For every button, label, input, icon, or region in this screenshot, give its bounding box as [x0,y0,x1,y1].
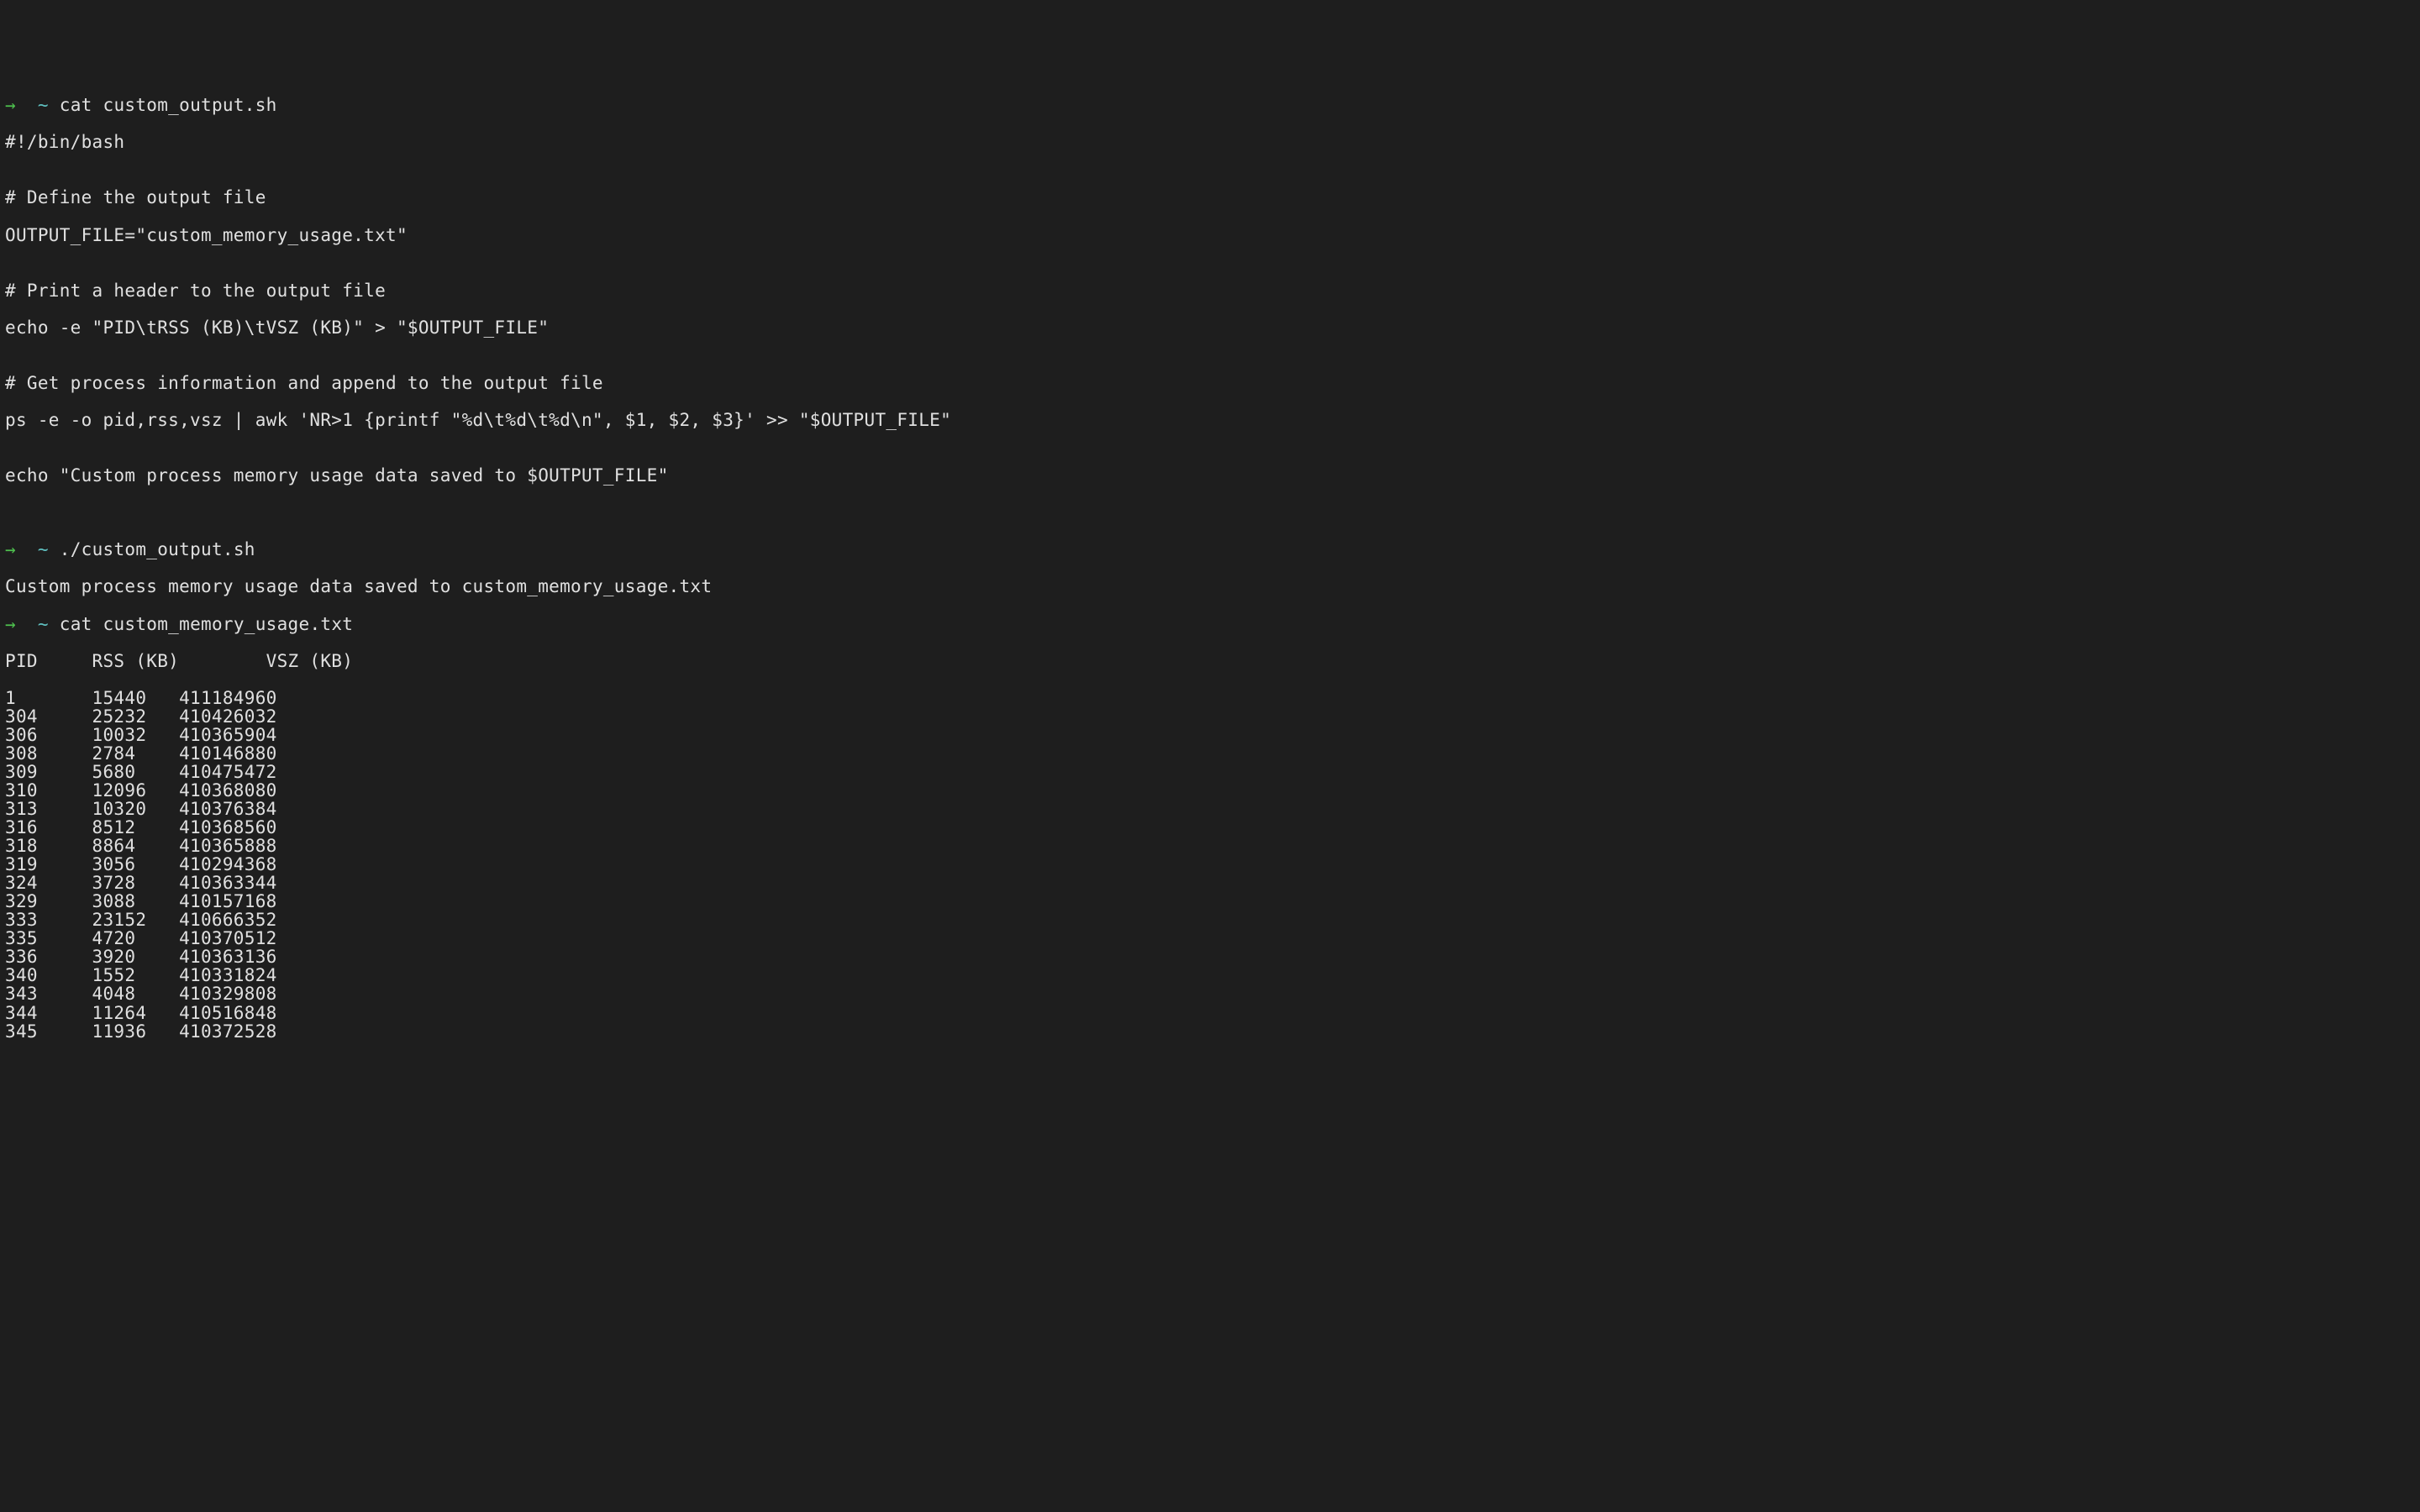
table-row: 345 11936 410372528 [5,1022,2415,1041]
table-row: 316 8512 410368560 [5,818,2415,837]
output-line: Custom process memory usage data saved t… [5,577,2415,596]
table-header: PID RSS (KB) VSZ (KB) [5,652,2415,670]
prompt-line: → ~ ./custom_output.sh [5,540,2415,559]
table-row: 336 3920 410363136 [5,948,2415,966]
table-row: 308 2784 410146880 [5,744,2415,763]
table-row: 335 4720 410370512 [5,929,2415,948]
prompt-tilde: ~ [38,614,49,634]
prompt-arrow-icon: → [5,95,16,115]
prompt-tilde: ~ [38,539,49,559]
prompt-arrow-icon: → [5,614,16,634]
table-row: 310 12096 410368080 [5,781,2415,800]
table-row: 344 11264 410516848 [5,1004,2415,1022]
table-row: 319 3056 410294368 [5,855,2415,874]
process-table: 1 15440 411184960304 25232 410426032306 … [5,689,2415,1041]
table-row: 309 5680 410475472 [5,763,2415,781]
command-text: cat custom_output.sh [60,95,277,115]
prompt-arrow-icon: → [5,539,16,559]
script-line: #!/bin/bash [5,133,2415,151]
script-line: ps -e -o pid,rss,vsz | awk 'NR>1 {printf… [5,411,2415,429]
script-line: echo -e "PID\tRSS (KB)\tVSZ (KB)" > "$OU… [5,318,2415,337]
table-row: 318 8864 410365888 [5,837,2415,855]
table-row: 340 1552 410331824 [5,966,2415,984]
prompt-tilde: ~ [38,95,49,115]
terminal-output[interactable]: → ~ cat custom_output.sh #!/bin/bash # D… [5,77,2415,1058]
script-line: # Get process information and append to … [5,374,2415,392]
table-row: 333 23152 410666352 [5,911,2415,929]
command-text: cat custom_memory_usage.txt [60,614,353,634]
prompt-line: → ~ cat custom_output.sh [5,96,2415,114]
table-row: 1 15440 411184960 [5,689,2415,707]
prompt-line: → ~ cat custom_memory_usage.txt [5,615,2415,633]
table-row: 329 3088 410157168 [5,892,2415,911]
table-row: 304 25232 410426032 [5,707,2415,726]
script-line: # Define the output file [5,188,2415,207]
table-row: 324 3728 410363344 [5,874,2415,892]
script-line: OUTPUT_FILE="custom_memory_usage.txt" [5,226,2415,244]
script-line: echo "Custom process memory usage data s… [5,466,2415,485]
table-row: 306 10032 410365904 [5,726,2415,744]
command-text: ./custom_output.sh [60,539,255,559]
script-line: # Print a header to the output file [5,281,2415,300]
table-row: 343 4048 410329808 [5,984,2415,1003]
table-row: 313 10320 410376384 [5,800,2415,818]
